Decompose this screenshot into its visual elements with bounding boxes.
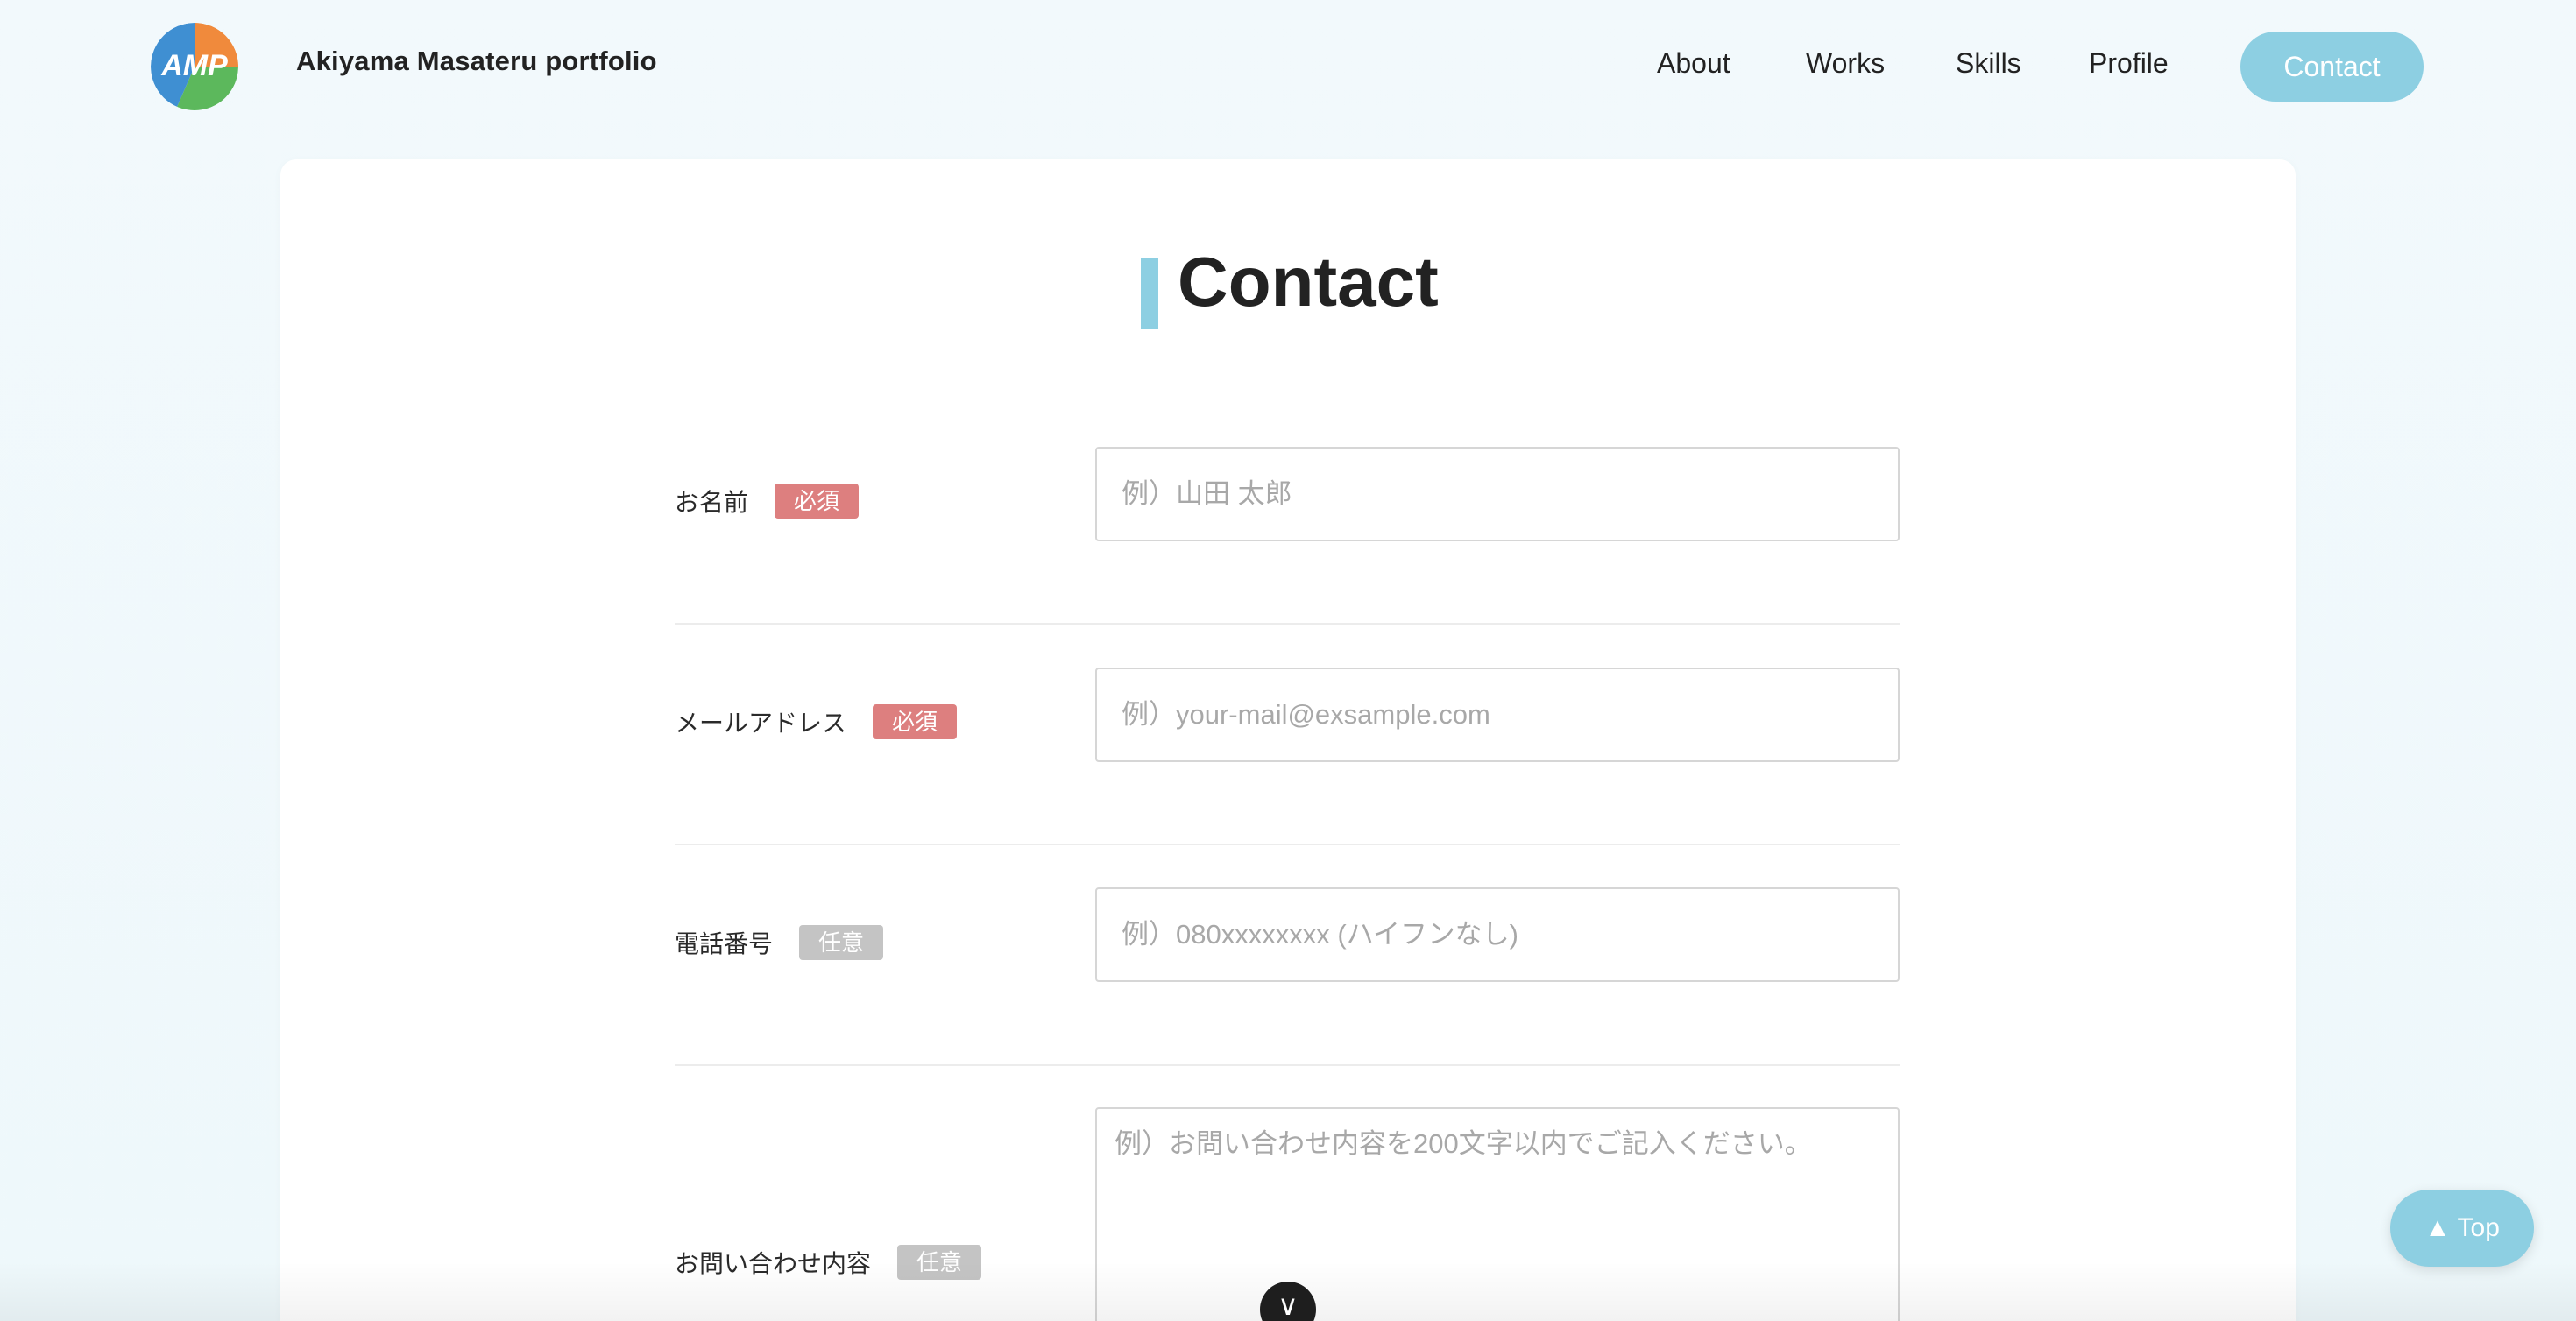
- form-divider: [675, 844, 1900, 845]
- site-title[interactable]: Akiyama Masateru portfolio: [296, 46, 657, 77]
- required-badge: 必須: [873, 704, 958, 739]
- nav-works[interactable]: Works: [1806, 47, 1885, 80]
- required-badge: 必須: [775, 484, 860, 519]
- phone-label-text: 電話番号: [675, 930, 774, 957]
- email-label-text: メールアドレス: [675, 710, 847, 737]
- optional-badge: 任意: [897, 1245, 982, 1280]
- phone-input[interactable]: [1095, 887, 1900, 982]
- form-divider: [675, 1064, 1900, 1066]
- phone-field-label: 電話番号 任意: [675, 925, 884, 960]
- message-label-text: お問い合わせ内容: [675, 1250, 872, 1277]
- form-divider: [675, 623, 1900, 625]
- email-input[interactable]: [1095, 668, 1900, 762]
- email-field-label: メールアドレス 必須: [675, 704, 958, 739]
- amp-logo-icon[interactable]: AMP: [151, 23, 238, 110]
- site-header: AMP Akiyama Masateru portfolio About Wor…: [0, 0, 2576, 131]
- optional-badge: 任意: [799, 925, 884, 960]
- back-to-top-button[interactable]: ▲ Top: [2390, 1190, 2534, 1267]
- nav-skills[interactable]: Skills: [1956, 47, 2021, 80]
- title-accent-bar: [1141, 258, 1158, 329]
- logo-text: AMP: [160, 49, 228, 82]
- message-textarea[interactable]: [1095, 1107, 1900, 1321]
- name-label-text: お名前: [675, 489, 749, 516]
- nav-contact-button[interactable]: Contact: [2240, 32, 2424, 102]
- nav-about[interactable]: About: [1657, 47, 1730, 80]
- page-title: Contact: [1178, 243, 1439, 321]
- name-field-label: お名前 必須: [675, 484, 860, 519]
- name-input[interactable]: [1095, 447, 1900, 541]
- message-field-label: お問い合わせ内容 任意: [675, 1245, 982, 1280]
- nav-profile[interactable]: Profile: [2089, 47, 2169, 80]
